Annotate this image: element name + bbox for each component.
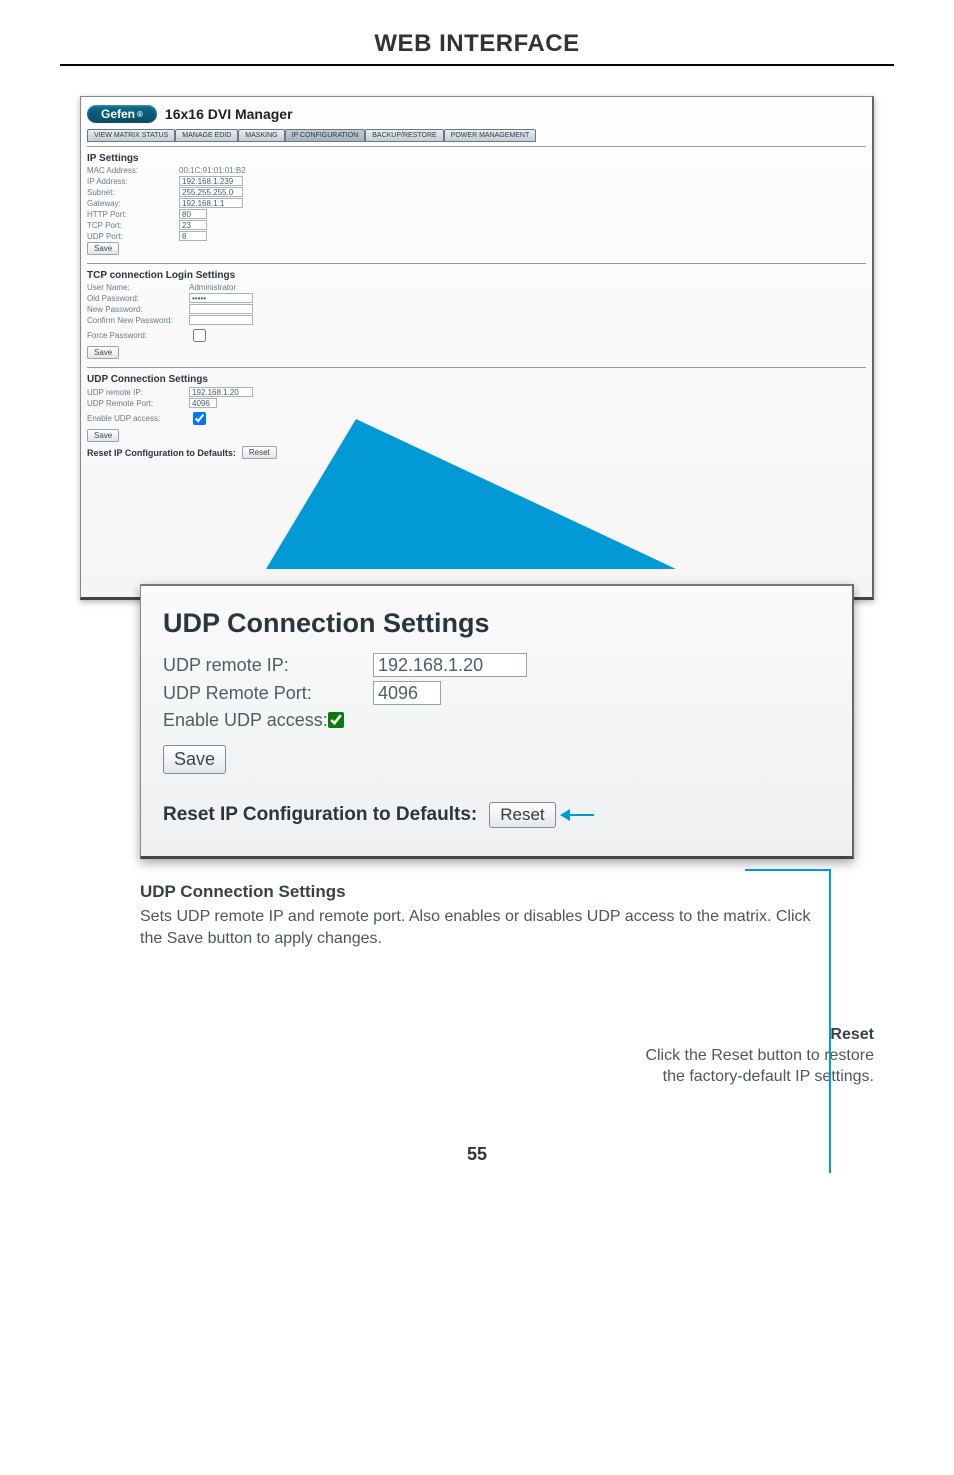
udp-port-input[interactable] [179, 231, 207, 241]
reset-caption-heading: Reset [830, 1026, 874, 1043]
page-number: 55 [0, 1144, 954, 1165]
tab-power-management[interactable]: POWER MANAGEMENT [444, 129, 537, 142]
screenshot-panel: Gefen® 16x16 DVI Manager VIEW MATRIX STA… [80, 96, 874, 600]
udp-remote-ip-label-small: UDP remote IP: [87, 388, 183, 397]
http-port-label: HTTP Port: [87, 210, 173, 219]
new-password-input[interactable] [189, 304, 253, 314]
enable-udp-label-small: Enable UDP access: [87, 414, 183, 423]
zoom-reset-button[interactable]: Reset [489, 802, 555, 828]
caption-heading: UDP Connection Settings [140, 881, 814, 904]
ip-settings-heading: IP Settings [87, 153, 866, 164]
reset-caption: Reset Click the Reset button to restore … [0, 1025, 874, 1087]
udp-port-label: UDP Port: [87, 232, 173, 241]
brand-logo: Gefen® [87, 105, 157, 123]
tab-bar: VIEW MATRIX STATUS MANAGE EDID MASKING I… [87, 129, 866, 142]
reset-caption-body2: the factory-default IP settings. [663, 1068, 874, 1085]
brand-text: Gefen [101, 107, 135, 121]
tcp-login-save-button[interactable]: Save [87, 346, 119, 359]
zoom-enable-udp-label: Enable UDP access: [163, 710, 328, 731]
reset-button-small[interactable]: Reset [242, 446, 277, 459]
page-title: WEB INTERFACE [0, 30, 954, 58]
zoom-udp-remote-port-input[interactable] [373, 681, 441, 705]
tcp-login-heading: TCP connection Login Settings [87, 270, 866, 281]
udp-heading-small: UDP Connection Settings [87, 374, 866, 385]
udp-remote-port-input-small[interactable] [189, 398, 217, 408]
old-password-input[interactable] [189, 293, 253, 303]
new-password-label: New Password: [87, 305, 183, 314]
tcp-port-input[interactable] [179, 220, 207, 230]
force-password-label: Force Password: [87, 331, 183, 340]
ip-settings-save-button[interactable]: Save [87, 242, 119, 255]
user-name-label: User Name: [87, 283, 183, 292]
tab-masking[interactable]: MASKING [238, 129, 284, 142]
ip-label: IP Address: [87, 177, 173, 186]
udp-remote-port-label-small: UDP Remote Port: [87, 399, 183, 408]
zoom-reset-label: Reset IP Configuration to Defaults: [163, 804, 477, 826]
subnet-input[interactable] [179, 187, 243, 197]
force-password-checkbox[interactable] [193, 329, 206, 342]
product-name: 16x16 DVI Manager [165, 106, 293, 122]
subnet-label: Subnet: [87, 188, 173, 197]
ip-address-input[interactable] [179, 176, 243, 186]
mac-value: 00:1C:91:01:01:B2 [179, 166, 246, 175]
enable-udp-checkbox-small[interactable] [193, 412, 206, 425]
tab-ip-configuration[interactable]: IP CONFIGURATION [285, 129, 366, 142]
zoom-udp-remote-ip-label: UDP remote IP: [163, 655, 373, 676]
udp-remote-ip-input-small[interactable] [189, 387, 253, 397]
reset-label-small: Reset IP Configuration to Defaults: [87, 448, 236, 458]
tab-backup-restore[interactable]: BACKUP/RESTORE [365, 129, 443, 142]
caption-body: Sets UDP remote IP and remote port. Also… [140, 906, 814, 949]
user-name-value: Administrator [189, 283, 236, 292]
zoom-udp-remote-port-label: UDP Remote Port: [163, 683, 373, 704]
mac-label: MAC Address: [87, 166, 173, 175]
confirm-password-label: Confirm New Password: [87, 316, 183, 325]
reset-caption-body1: Click the Reset button to restore [645, 1047, 874, 1064]
title-rule [60, 64, 894, 66]
old-password-label: Old Password: [87, 294, 183, 303]
zoom-heading: UDP Connection Settings [163, 608, 812, 639]
http-port-input[interactable] [179, 209, 207, 219]
arrow-left-icon [568, 814, 594, 816]
confirm-password-input[interactable] [189, 315, 253, 325]
tab-view-matrix-status[interactable]: VIEW MATRIX STATUS [87, 129, 175, 142]
zoom-enable-udp-checkbox[interactable] [328, 712, 344, 728]
brand-reg: ® [137, 110, 143, 119]
zoom-save-button[interactable]: Save [163, 745, 226, 774]
tab-manage-edid[interactable]: MANAGE EDID [175, 129, 238, 142]
caption-block: UDP Connection Settings Sets UDP remote … [140, 881, 814, 949]
tcp-port-label: TCP Port: [87, 221, 173, 230]
zoom-udp-remote-ip-input[interactable] [373, 653, 527, 677]
udp-save-button-small[interactable]: Save [87, 429, 119, 442]
gateway-label: Gateway: [87, 199, 173, 208]
gateway-input[interactable] [179, 198, 243, 208]
zoom-panel: UDP Connection Settings UDP remote IP: U… [140, 584, 854, 859]
